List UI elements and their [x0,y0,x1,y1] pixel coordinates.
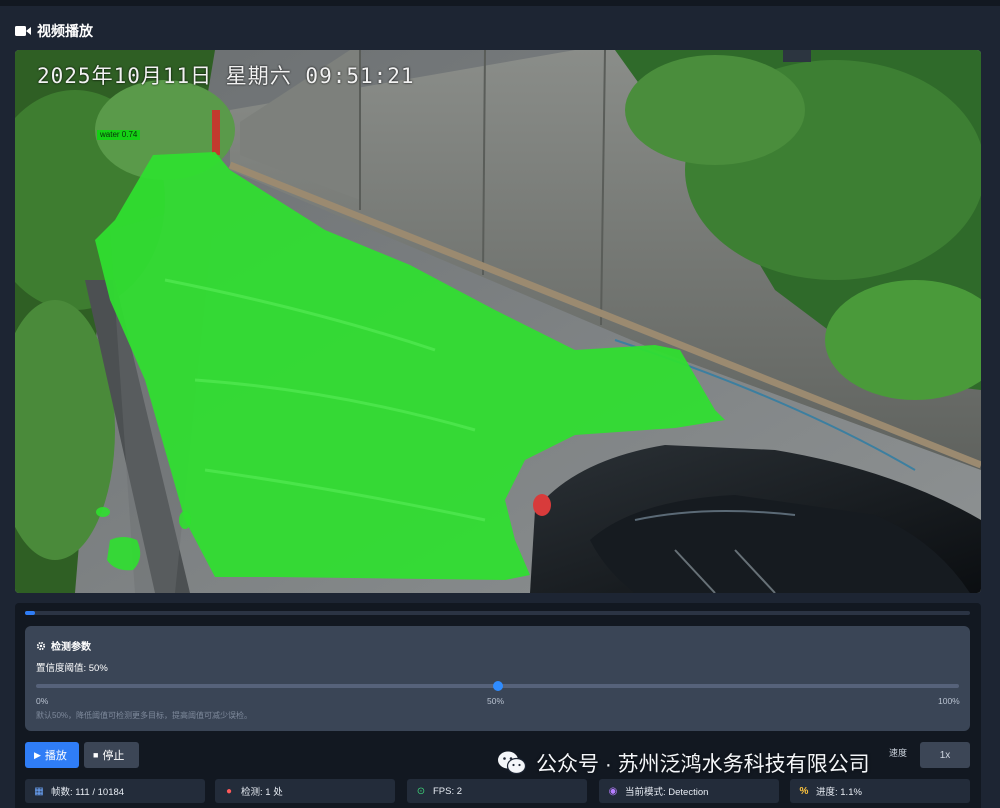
top-bar [0,0,1000,6]
play-button[interactable]: ▶ 播放 [25,742,79,768]
stop-icon: ■ [93,750,99,760]
check-circle-icon: ⊙ [416,785,426,797]
detection-label: water 0.74 [97,130,141,140]
threshold-label: 置信度阈值: 50% [36,663,108,674]
panel-title: 视频播放 [15,21,93,41]
params-header: 检测参数 [36,638,91,653]
speed-label: 速度 [889,748,908,758]
stat-frames-text: 帧数: 111 / 10184 [51,787,125,798]
video-scene [15,50,981,593]
drop-icon: ● [225,785,233,797]
eye-icon: ◉ [608,785,618,797]
stop-button-label: 停止 [102,750,125,762]
stat-detections: ● 检测: 1 处 [215,779,395,803]
wechat-icon [498,751,527,775]
stop-button[interactable]: ■ 停止 [84,742,139,768]
threshold-slider-handle[interactable] [492,681,503,691]
slider-tick-max: 100% [938,696,960,706]
stat-mode: ◉ 当前模式: Detection [599,779,779,803]
slider-tick-mid: 50% [487,696,505,706]
play-icon: ▶ [34,749,41,760]
panel-title-text: 视频播放 [37,23,93,39]
watermark-text: 公众号 · 苏州泛鸿水务科技有限公司 [536,753,870,776]
stat-mode-text: 当前模式: Detection [625,787,709,798]
video-timestamp: 2025年10月11日 星期六 09:51:21 [37,64,415,88]
stat-fps-text: FPS: 2 [433,785,463,797]
video-progress-fill [25,611,36,615]
video-frame[interactable]: 2025年10月11日 星期六 09:51:21 water 0.74 [15,50,981,593]
stat-progress-text: 进度: 1.1% [816,787,862,798]
watermark: 公众号 · 苏州泛鸿水务科技有限公司 [497,748,870,778]
detection-params-card: 检测参数 置信度阈值: 50% 0% 50% 100% 默认50%，降低阈值可检… [25,626,970,731]
video-progress-bar[interactable] [25,611,970,615]
stat-progress: % 进度: 1.1% [790,779,970,803]
video-camera-icon [15,26,31,36]
speed-button-label: 1x [939,749,951,761]
percent-icon: % [799,785,809,797]
threshold-hint: 默认50%，降低阈值可检测更多目标，提高阈值可减少误检。 [36,711,253,720]
stat-detections-text: 检测: 1 处 [241,787,283,798]
params-title: 检测参数 [51,642,91,653]
film-icon: ▦ [34,785,44,797]
video-panel: 视频播放 2025年10月11日 星期六 09:51:21 water 0.74… [0,0,1000,808]
gear-icon [36,641,46,650]
slider-tick-min: 0% [36,696,49,706]
stat-fps: ⊙ FPS: 2 [407,779,587,803]
stat-frames: ▦ 帧数: 111 / 10184 [25,779,205,803]
play-button-label: 播放 [44,750,67,762]
threshold-slider[interactable] [36,681,959,691]
speed-button[interactable]: 1x [920,742,970,768]
